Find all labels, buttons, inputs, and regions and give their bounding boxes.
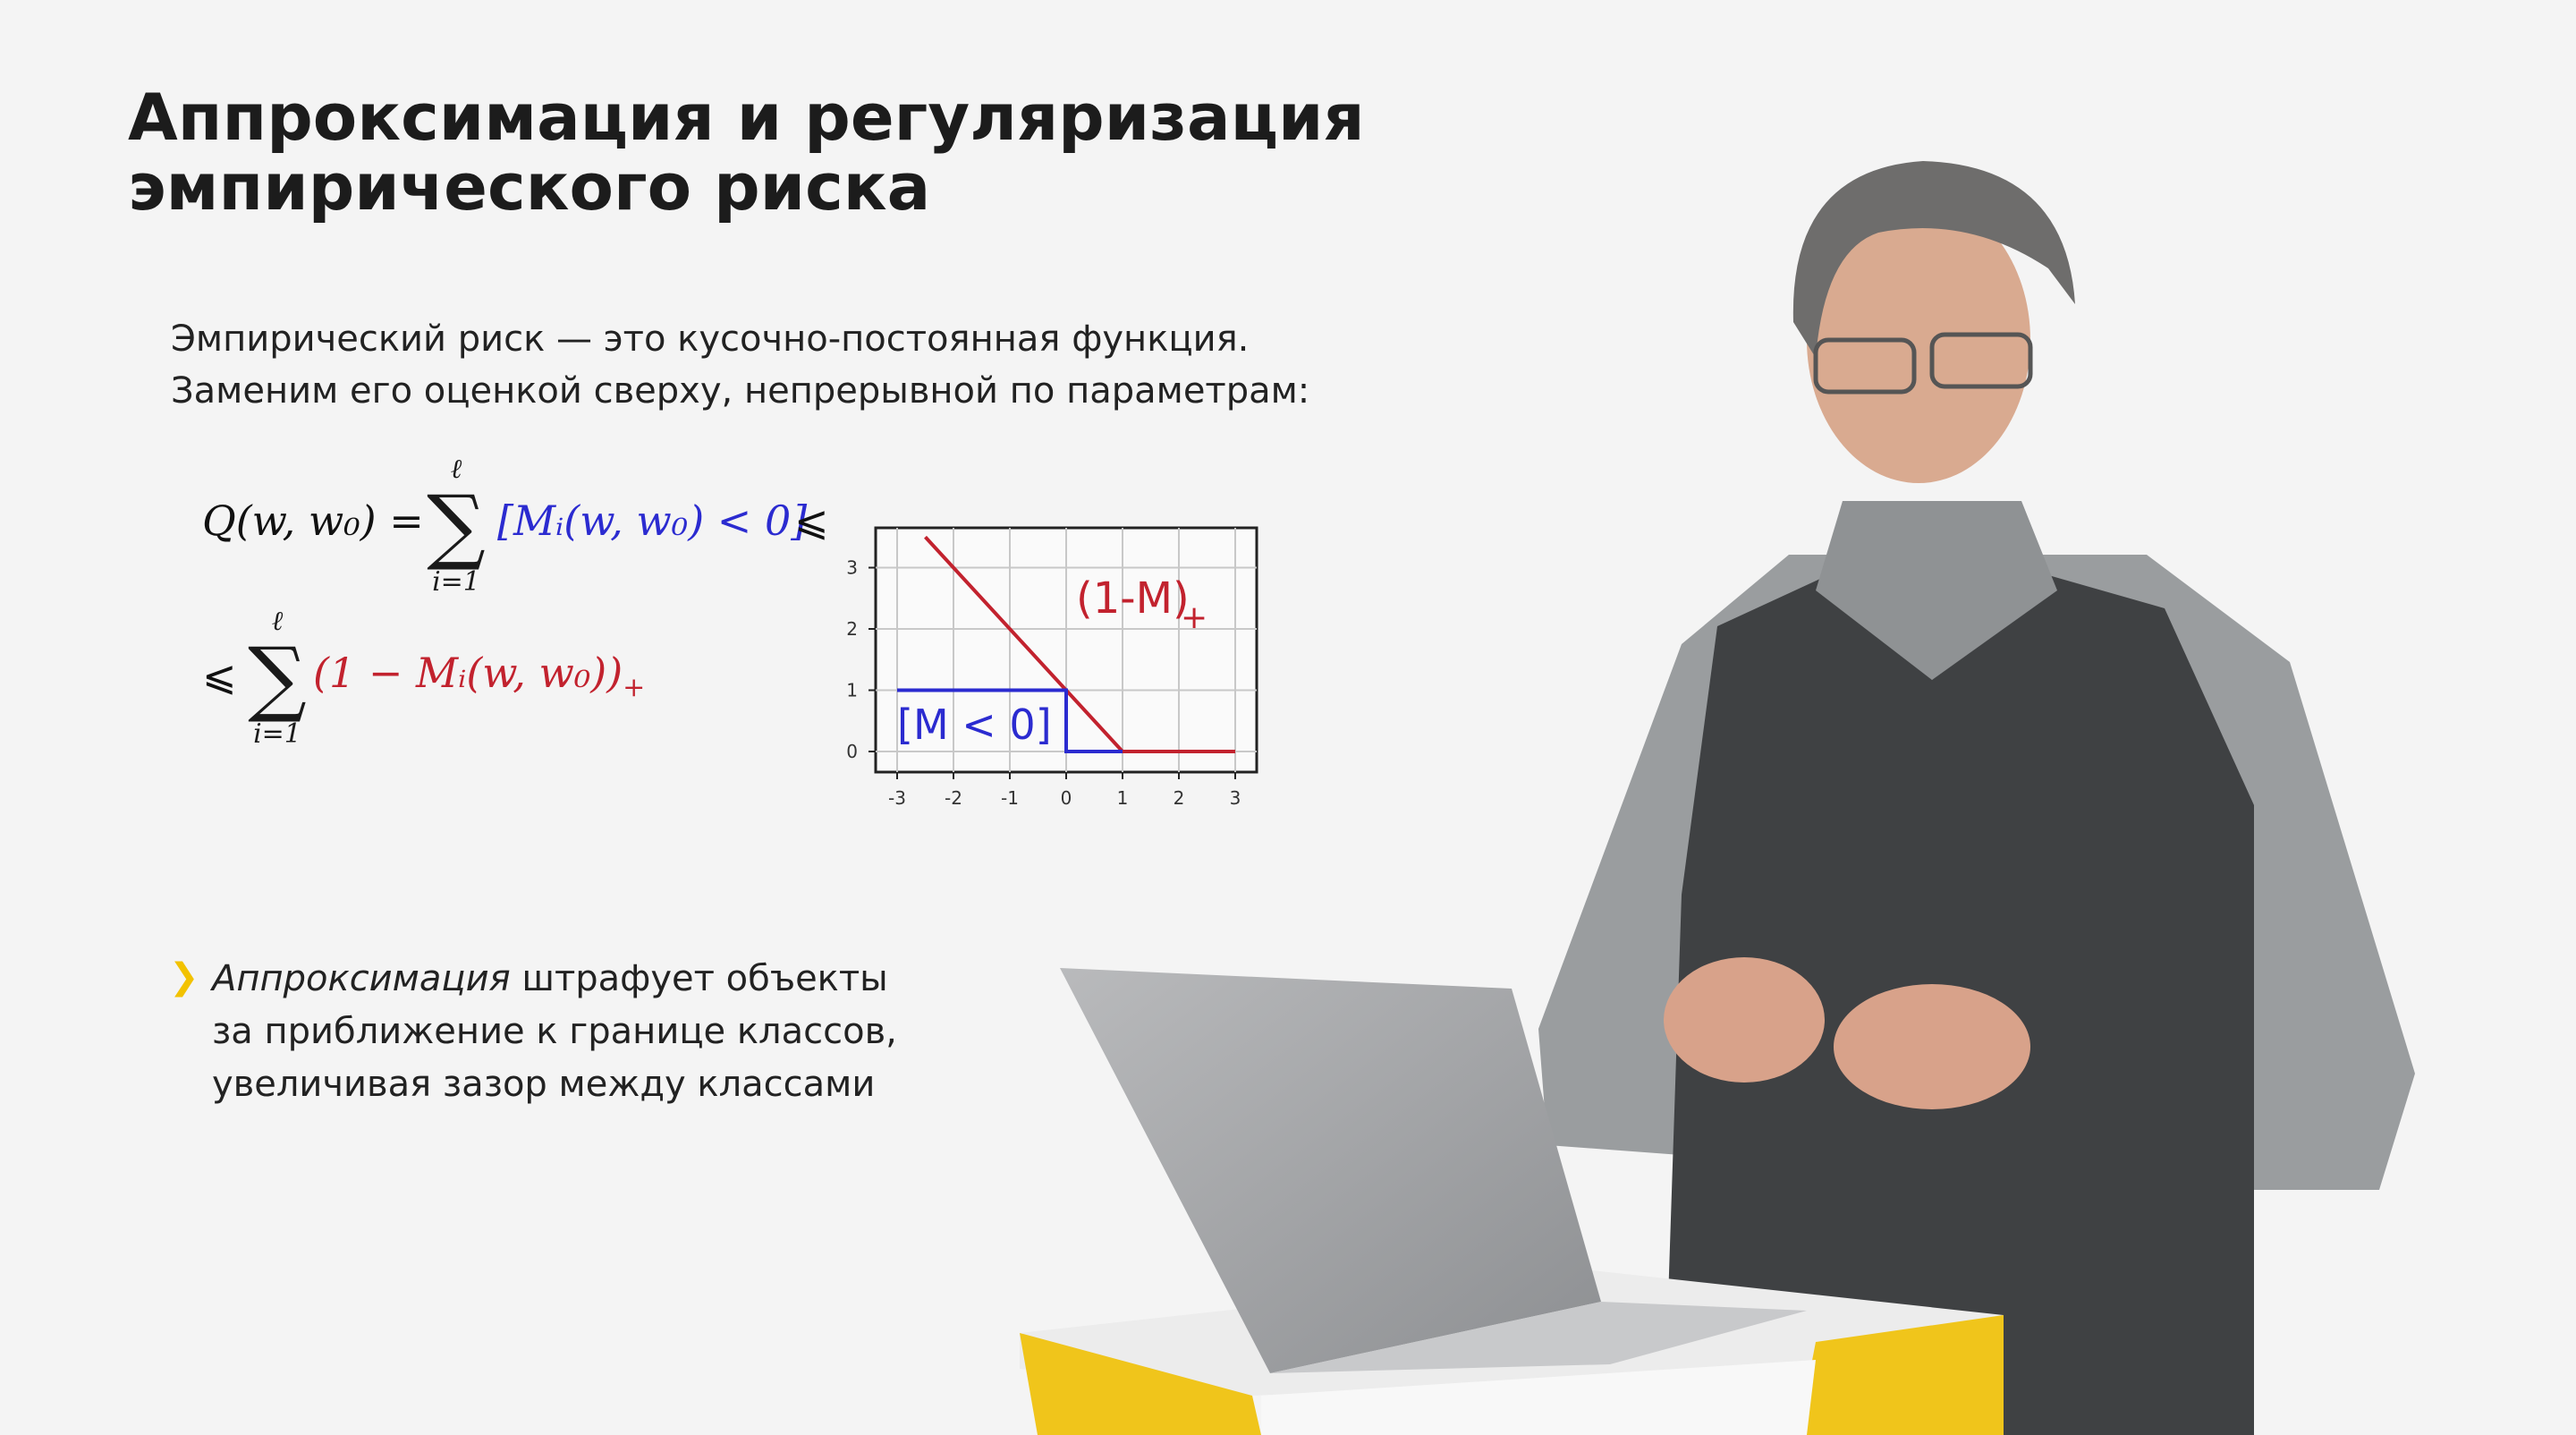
red-series-sub: + — [1181, 599, 1208, 636]
x-tick-label: -3 — [888, 787, 906, 809]
bullet-line-2: за приближение к границе классов, — [212, 1011, 897, 1052]
x-tick-label: 2 — [1174, 787, 1185, 809]
bullet-item: ❯ Аппроксимация штрафует объекты за приб… — [169, 953, 897, 1111]
x-tick-label: 1 — [1117, 787, 1129, 809]
x-tick-label: -2 — [945, 787, 962, 809]
red-series-label: (1-M) — [1076, 573, 1190, 624]
chevron-right-icon: ❯ — [169, 956, 199, 998]
loss-chart: -3 -2 -1 0 1 2 3 0 1 2 3 (1-M)+ [M < 0] — [846, 526, 1258, 809]
bullet-line-1: штрафует объекты — [510, 958, 888, 999]
x-tick-label: -1 — [1001, 787, 1019, 809]
bullet-emphasis: Аппроксимация — [212, 958, 511, 999]
x-tick-label: 0 — [1061, 787, 1072, 809]
blue-series-label: [M < 0] — [897, 701, 1052, 749]
bullet-line-3: увеличивая зазор между классами — [212, 1064, 876, 1105]
y-tick-label: 0 — [846, 741, 858, 762]
y-tick-label: 3 — [846, 557, 858, 579]
y-tick-label: 1 — [846, 680, 858, 701]
y-tick-label: 2 — [846, 618, 858, 640]
x-tick-label: 3 — [1230, 787, 1241, 809]
